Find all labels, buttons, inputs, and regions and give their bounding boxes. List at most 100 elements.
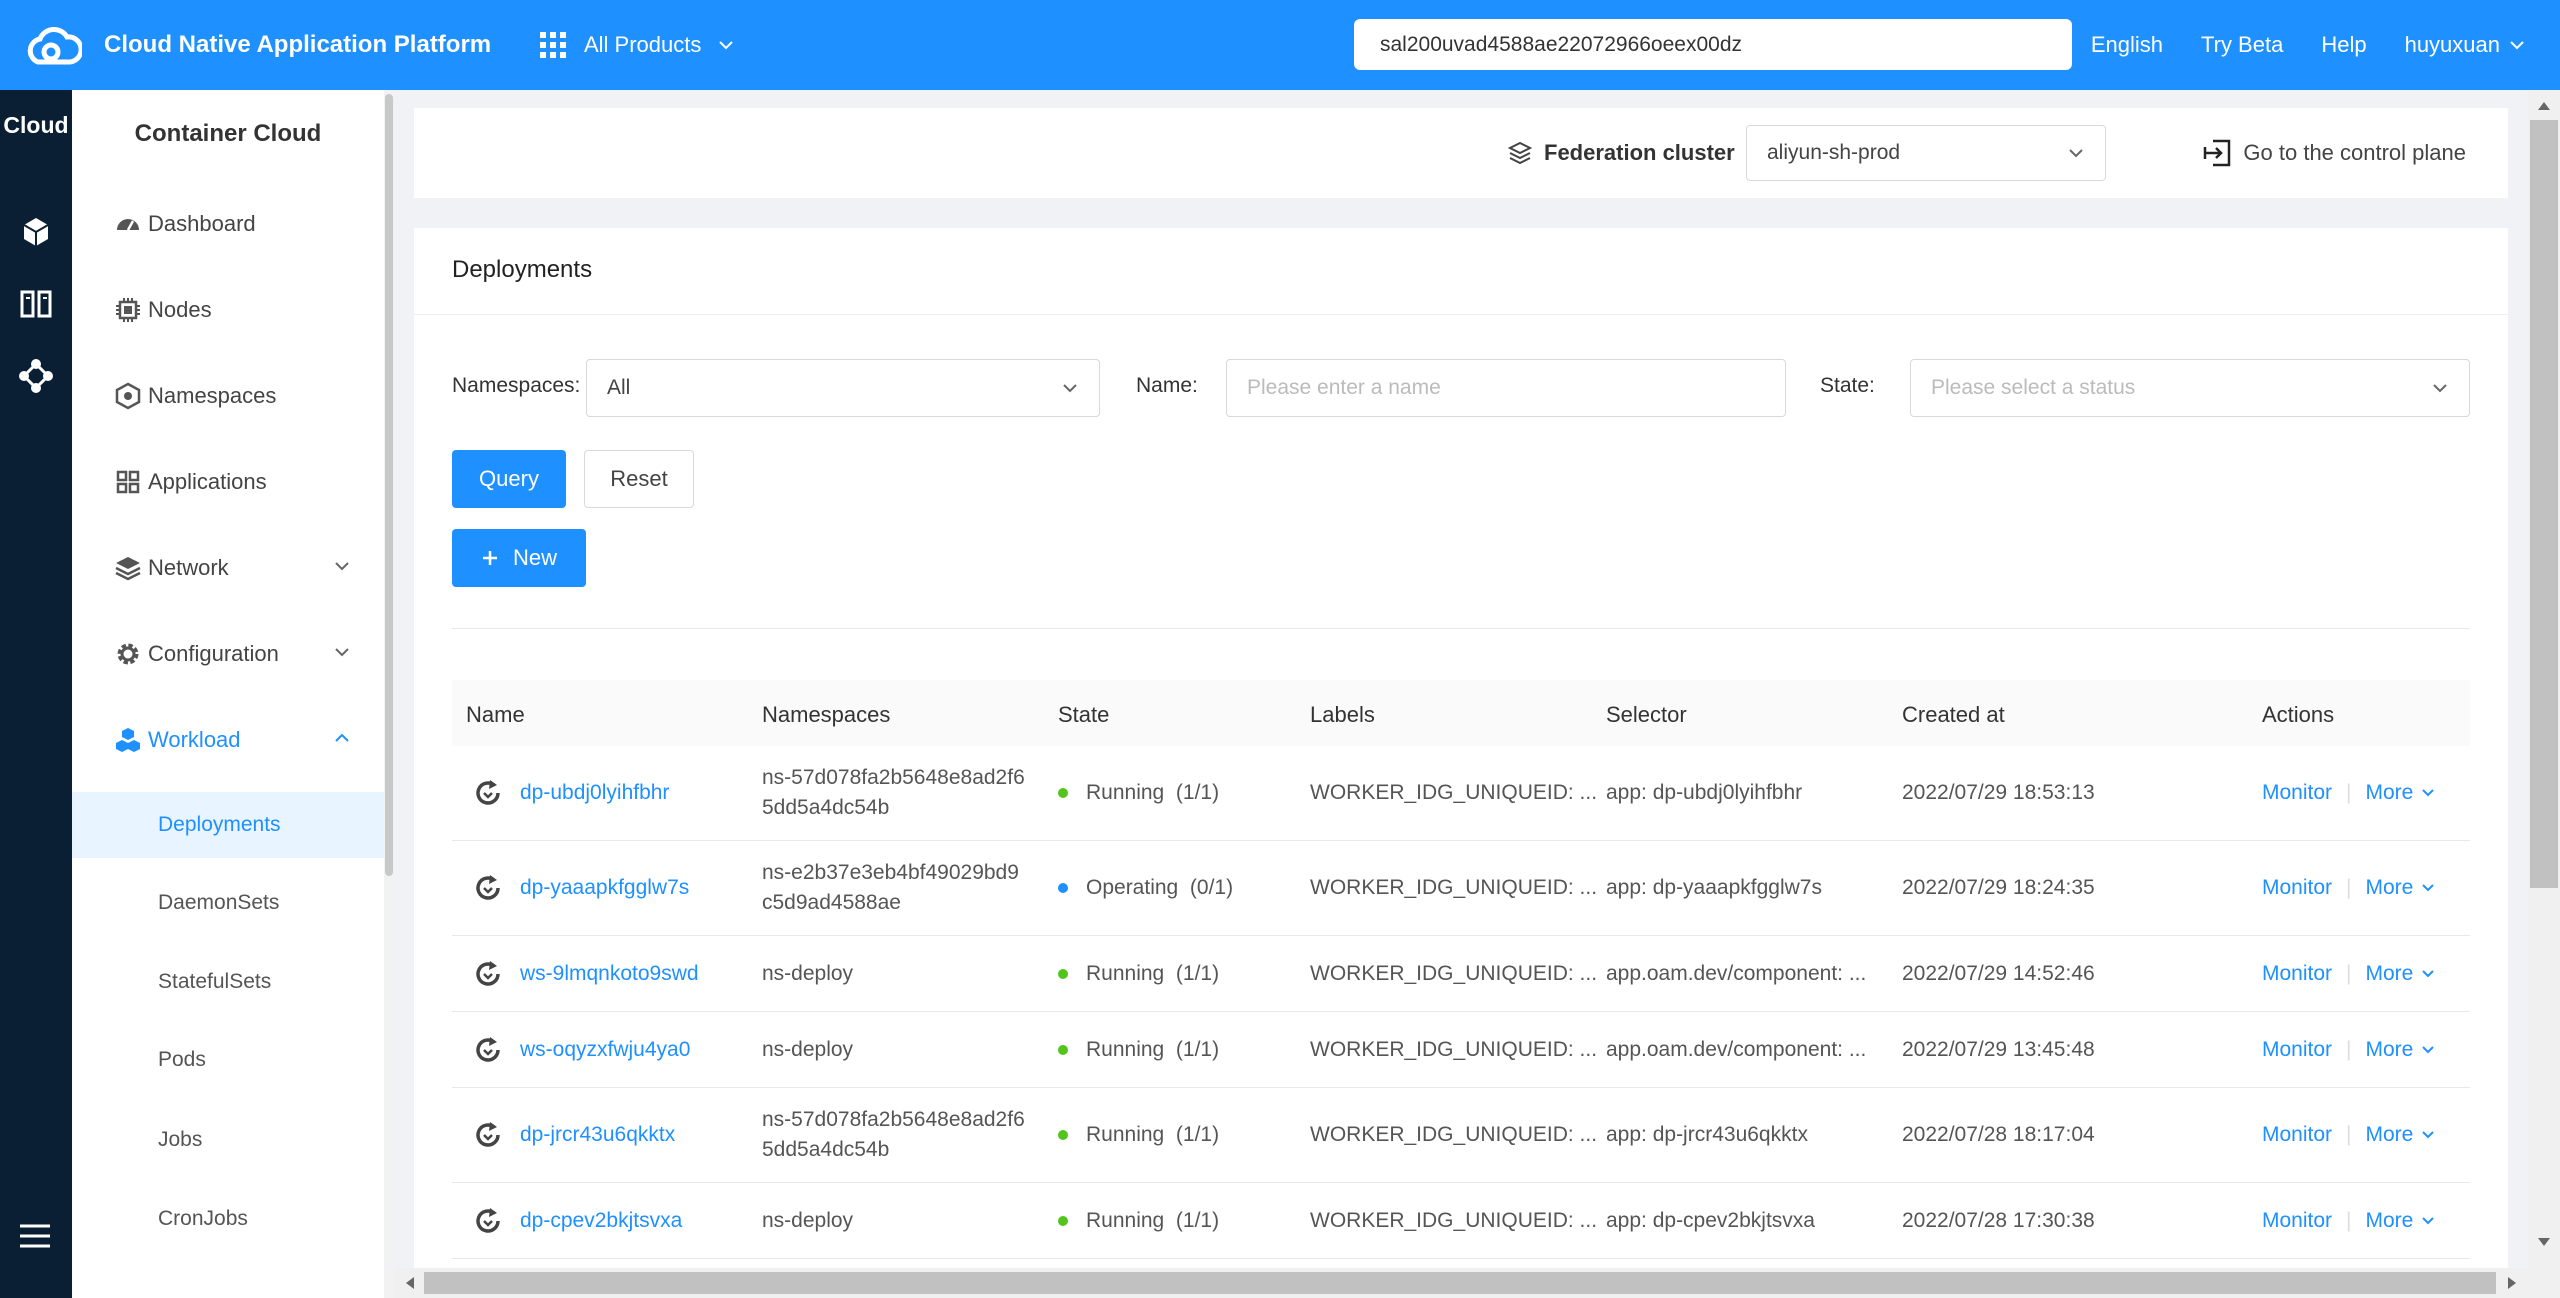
sidebar-subitem-pods[interactable]: Pods (72, 1027, 384, 1093)
help-link[interactable]: Help (2321, 32, 2366, 58)
network-nodes-icon[interactable] (14, 354, 58, 398)
column-header-created-at[interactable]: Created at (1902, 702, 2005, 728)
all-products-menu[interactable]: All Products (540, 0, 734, 90)
scroll-up-arrow-icon[interactable] (2538, 102, 2550, 110)
deployment-name-link[interactable]: dp-cpev2bkjtsvxa (520, 1209, 682, 1233)
name-filter-input[interactable]: Please enter a name (1226, 359, 1786, 417)
divider (414, 314, 2508, 315)
hamburger-menu-icon[interactable] (14, 1214, 58, 1258)
name-filter-placeholder: Please enter a name (1247, 376, 1441, 399)
sidebar-scrollbar[interactable] (384, 90, 394, 1298)
user-menu[interactable]: huyuxuan (2405, 32, 2524, 58)
platform-brand[interactable]: Cloud Native Application Platform (104, 0, 491, 90)
chevron-up-icon (335, 733, 349, 742)
namespace-line-2: 5dd5a4dc54b (762, 1138, 890, 1161)
scroll-down-arrow-icon[interactable] (2538, 1238, 2550, 1246)
sidebar-item-dashboard[interactable]: Dashboard (72, 194, 384, 254)
more-dropdown[interactable]: More (2366, 1209, 2436, 1233)
column-header-selector[interactable]: Selector (1606, 702, 1687, 728)
query-button[interactable]: Query (452, 450, 566, 508)
monitor-link[interactable]: Monitor (2262, 1123, 2332, 1147)
labels-cell[interactable]: WORKER_IDG_UNIQUEID: ... (1310, 1209, 1597, 1233)
actions-cell: Monitor | More (2262, 1038, 2435, 1062)
selector-cell[interactable]: app: dp-ubdj0lyihfbhr (1606, 781, 1802, 805)
labels-cell[interactable]: WORKER_IDG_UNIQUEID: ... (1310, 1123, 1597, 1147)
more-dropdown[interactable]: More (2366, 876, 2436, 900)
labels-cell[interactable]: WORKER_IDG_UNIQUEID: ... (1310, 1038, 1597, 1062)
sidebar-subitem-statefulsets[interactable]: StatefulSets (72, 949, 384, 1015)
sidebar: Container Cloud Dashboard Nodes Namespac… (72, 90, 384, 1298)
sidebar-item-nodes[interactable]: Nodes (72, 280, 384, 340)
new-deployment-button[interactable]: New (452, 529, 586, 587)
horizontal-scrollbar-thumb[interactable] (424, 1272, 2496, 1294)
action-separator: | (2346, 1208, 2352, 1232)
state-filter-select[interactable]: Please select a status (1910, 359, 2470, 417)
sidebar-subitem-cronjobs[interactable]: CronJobs (72, 1186, 384, 1252)
sidebar-item-namespaces[interactable]: Namespaces (72, 366, 384, 426)
labels-cell[interactable]: WORKER_IDG_UNIQUEID: ... (1310, 876, 1597, 900)
monitor-link[interactable]: Monitor (2262, 962, 2332, 986)
scroll-right-arrow-icon[interactable] (2508, 1277, 2516, 1289)
sidebar-item-applications[interactable]: Applications (72, 452, 384, 512)
selector-cell[interactable]: app.oam.dev/component: ... (1606, 1038, 1866, 1062)
sidebar-item-workload[interactable]: Workload (72, 710, 384, 770)
more-dropdown[interactable]: More (2366, 1123, 2436, 1147)
monitor-link[interactable]: Monitor (2262, 1038, 2332, 1062)
name-filter-label: Name: (1136, 374, 1198, 397)
reset-button[interactable]: Reset (584, 450, 694, 508)
sidebar-subitem-jobs[interactable]: Jobs (72, 1107, 384, 1173)
chevron-down-icon (2422, 884, 2435, 892)
column-header-namespaces[interactable]: Namespaces (762, 702, 890, 728)
deployment-name-link[interactable]: dp-jrcr43u6qkktx (520, 1123, 675, 1147)
namespaces-filter-select[interactable]: All (586, 359, 1100, 417)
deployment-name-link[interactable]: dp-ubdj0lyihfbhr (520, 781, 669, 805)
search-input[interactable]: sal200uvad4588ae22072966oeex00dz (1354, 19, 2072, 70)
status-dot (1058, 883, 1068, 894)
labels-cell[interactable]: WORKER_IDG_UNIQUEID: ... (1310, 962, 1597, 986)
federation-cluster-label: Federation cluster (1508, 108, 1735, 198)
cloud-logo-icon[interactable] (24, 22, 82, 68)
try-beta-link[interactable]: Try Beta (2201, 32, 2283, 58)
column-header-state[interactable]: State (1058, 702, 1109, 728)
monitor-link[interactable]: Monitor (2262, 1209, 2332, 1233)
more-dropdown[interactable]: More (2366, 1038, 2436, 1062)
column-header-name[interactable]: Name (466, 702, 525, 728)
federation-cluster-select[interactable]: aliyun-sh-prod (1746, 125, 2106, 181)
labels-cell[interactable]: WORKER_IDG_UNIQUEID: ... (1310, 781, 1597, 805)
status-text: Running (1086, 781, 1165, 804)
sidebar-item-network[interactable]: Network (72, 538, 384, 598)
namespace-line-2: c5d9ad4588ae (762, 891, 901, 914)
page-horizontal-scrollbar[interactable] (394, 1268, 2528, 1298)
table-header: Name Namespaces State Labels Selector Cr… (452, 680, 2470, 746)
more-label: More (2365, 1037, 2414, 1061)
table-row: dp-jrcr43u6qkktx ns-57d078fa2b5648e8ad2f6… (452, 1088, 2470, 1183)
cube-icon[interactable] (14, 210, 58, 254)
monitor-link[interactable]: Monitor (2262, 876, 2332, 900)
more-dropdown[interactable]: More (2366, 962, 2436, 986)
selector-cell[interactable]: app: dp-cpev2bkjtsvxa (1606, 1209, 1815, 1233)
sidebar-scrollbar-thumb[interactable] (385, 94, 393, 876)
scroll-left-arrow-icon[interactable] (406, 1277, 414, 1289)
page-vertical-scrollbar[interactable] (2528, 90, 2560, 1298)
selector-cell[interactable]: app: dp-yaaapkfgglw7s (1606, 876, 1822, 900)
rail-title: Cloud (3, 112, 69, 138)
top-navigation-bar: Cloud Native Application Platform All Pr… (0, 0, 2560, 90)
selector-cell[interactable]: app.oam.dev/component: ... (1606, 962, 1866, 986)
monitor-link[interactable]: Monitor (2262, 781, 2332, 805)
go-to-control-plane-link[interactable]: Go to the control plane (2201, 108, 2466, 198)
language-switch[interactable]: English (2091, 32, 2163, 58)
sidebar-subitem-daemonsets[interactable]: DaemonSets (72, 870, 384, 936)
federation-cluster-bar: Federation cluster aliyun-sh-prod Go to … (414, 108, 2508, 198)
deployment-name-link[interactable]: ws-9lmqnkoto9swd (520, 962, 699, 986)
more-dropdown[interactable]: More (2366, 781, 2436, 805)
sidebar-subitem-deployments[interactable]: Deployments (72, 792, 384, 858)
namespace-line-1: ns-deploy (762, 1208, 854, 1232)
sidebar-item-configuration[interactable]: Configuration (72, 624, 384, 684)
book-icon[interactable] (14, 282, 58, 326)
selector-cell[interactable]: app: dp-jrcr43u6qkktx (1606, 1123, 1808, 1147)
vertical-scrollbar-thumb[interactable] (2530, 120, 2558, 888)
deployment-name-link[interactable]: ws-oqyzxfwju4ya0 (520, 1038, 690, 1062)
deployment-name-link[interactable]: dp-yaaapkfgglw7s (520, 876, 689, 900)
column-header-labels[interactable]: Labels (1310, 702, 1375, 728)
state-cell: Running (1/1) (1058, 1123, 1219, 1147)
